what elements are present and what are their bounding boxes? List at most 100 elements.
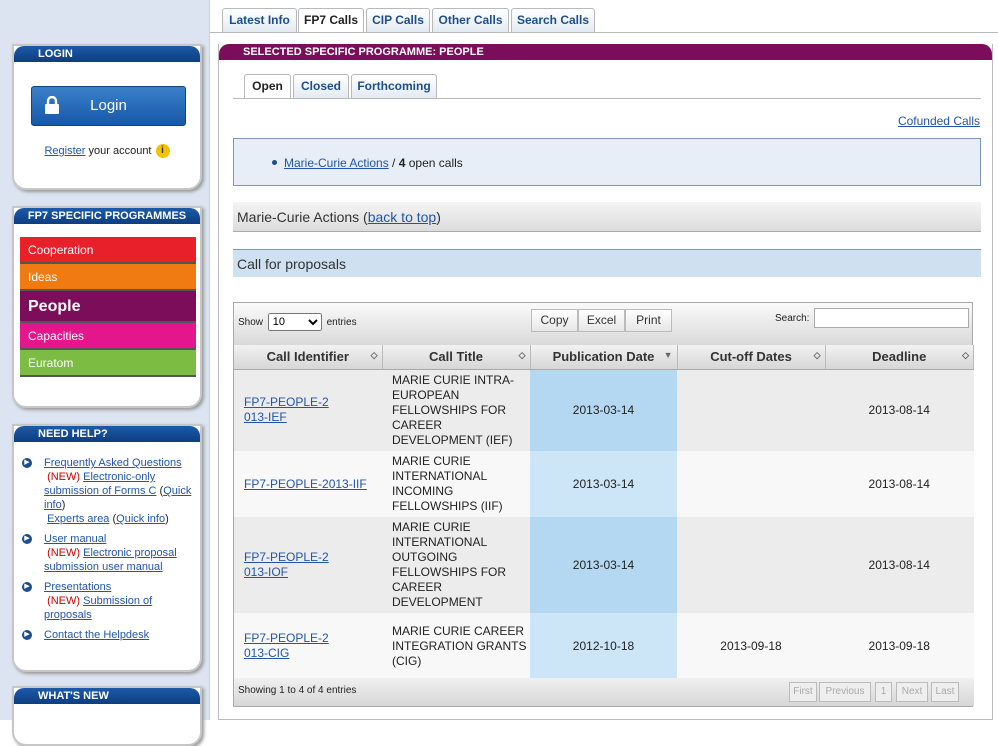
lock-icon bbox=[45, 96, 59, 114]
call-id-link[interactable]: FP7-PEOPLE-2013-CIG bbox=[244, 631, 334, 661]
experts-quick-info-link[interactable]: Quick info bbox=[116, 513, 165, 525]
first-page-button[interactable]: First bbox=[789, 682, 817, 702]
table-row: FP7-PEOPLE-2013-IEF MARIE CURIE INTRA-EU… bbox=[234, 369, 974, 451]
programme-capacities[interactable]: Capacities bbox=[20, 323, 196, 350]
column-cutoff-dates[interactable]: Cut-off Dates ◇ bbox=[677, 345, 826, 370]
call-title: MARIE CURIE CAREER INTEGRATION GRANTS (C… bbox=[382, 613, 530, 679]
sort-icon: ◇ bbox=[813, 350, 821, 360]
subtab-forthcoming[interactable]: Forthcoming bbox=[351, 74, 437, 98]
login-box-title: LOGIN bbox=[14, 46, 200, 62]
page-1-button[interactable]: 1 bbox=[875, 682, 892, 702]
help-box: NEED HELP? ▶ Frequently Asked Questions … bbox=[12, 424, 202, 672]
call-id-link[interactable]: FP7-PEOPLE-2013-IEF bbox=[244, 395, 334, 425]
call-title: MARIE CURIE INTERNATIONAL INCOMING FELLO… bbox=[382, 451, 530, 517]
subtab-open[interactable]: Open bbox=[244, 74, 291, 99]
login-button[interactable]: Login bbox=[31, 86, 186, 126]
tab-other-calls[interactable]: Other Calls bbox=[432, 8, 509, 32]
summary-separator: / bbox=[388, 156, 399, 170]
subtab-closed[interactable]: Closed bbox=[293, 74, 349, 98]
register-suffix: your account bbox=[85, 144, 152, 157]
excel-button[interactable]: Excel bbox=[578, 309, 625, 332]
table-toolbar: Show 10 entries Copy Excel Print Search: bbox=[234, 303, 972, 345]
back-to-top-link[interactable]: back to top bbox=[368, 209, 437, 225]
arrow-bullet-icon: ▶ bbox=[22, 630, 32, 640]
experts-link[interactable]: Experts area bbox=[47, 513, 109, 525]
calls-table: Call Identifier ◇ Call Title ◇ Publication… bbox=[234, 345, 974, 679]
login-button-label: Login bbox=[90, 97, 127, 114]
tab-divider bbox=[210, 32, 998, 33]
main-panel: SELECTED SPECIFIC PROGRAMME: PEOPLE Open… bbox=[218, 44, 993, 720]
publication-date: 2013-03-14 bbox=[530, 451, 677, 517]
cutoff-date: 2013-09-18 bbox=[677, 613, 825, 679]
contact-link[interactable]: Contact the Helpdesk bbox=[44, 629, 149, 641]
help-faq: ▶ Frequently Asked Questions (NEW) Elect… bbox=[22, 456, 196, 526]
programmes-box: FP7 SPECIFIC PROGRAMMES Cooperation Idea… bbox=[12, 206, 202, 408]
tab-fp7-calls[interactable]: FP7 Calls bbox=[298, 8, 364, 33]
call-id-link[interactable]: FP7-PEOPLE-2013-IOF bbox=[244, 550, 334, 580]
publication-date: 2013-03-14 bbox=[530, 369, 677, 451]
table-row: FP7-PEOPLE-2013-IIF MARIE CURIE INTERNAT… bbox=[234, 451, 974, 517]
new-badge: (NEW) bbox=[47, 471, 81, 483]
cutoff-date bbox=[677, 369, 825, 451]
sort-desc-icon: ▼ bbox=[663, 350, 673, 360]
help-presentations: ▶ Presentations (NEW) Submission of prop… bbox=[22, 580, 196, 622]
table-row: FP7-PEOPLE-2013-IOF MARIE CURIE INTERNAT… bbox=[234, 517, 974, 613]
login-box: LOGIN Login Register your account i bbox=[12, 44, 202, 190]
summary-link[interactable]: Marie-Curie Actions bbox=[284, 156, 389, 170]
calls-table-container: Show 10 entries Copy Excel Print Search:… bbox=[233, 302, 974, 707]
column-publication-date[interactable]: Publication Date ▼ bbox=[530, 345, 678, 370]
cutoff-date bbox=[677, 517, 825, 613]
call-id-link[interactable]: FP7-PEOPLE-2013-IIF bbox=[244, 477, 367, 491]
call-for-proposals-heading: Call for proposals bbox=[233, 249, 981, 277]
info-icon[interactable]: i bbox=[155, 144, 170, 158]
user-manual-link[interactable]: User manual bbox=[44, 533, 106, 545]
previous-page-button[interactable]: Previous bbox=[819, 682, 871, 702]
arrow-bullet-icon: ▶ bbox=[22, 534, 32, 544]
bullet-icon bbox=[272, 160, 277, 165]
table-info: Showing 1 to 4 of 4 entries bbox=[238, 685, 357, 696]
arrow-bullet-icon: ▶ bbox=[22, 582, 32, 592]
programme-euratom[interactable]: Euratom bbox=[20, 350, 196, 377]
help-manual: ▶ User manual (NEW) Electronic proposal … bbox=[22, 532, 196, 574]
presentations-link[interactable]: Presentations bbox=[44, 581, 111, 593]
deadline: 2013-08-14 bbox=[825, 451, 974, 517]
programme-title: SELECTED SPECIFIC PROGRAMME: PEOPLE bbox=[219, 44, 992, 60]
register-link[interactable]: Register bbox=[44, 145, 85, 157]
table-footer: Showing 1 to 4 of 4 entries First Previo… bbox=[234, 678, 974, 706]
programme-ideas[interactable]: Ideas bbox=[20, 264, 196, 291]
register-line: Register your account i bbox=[14, 144, 200, 158]
tab-latest-info[interactable]: Latest Info bbox=[222, 8, 297, 32]
last-page-button[interactable]: Last bbox=[931, 682, 959, 702]
programme-cooperation[interactable]: Cooperation bbox=[20, 237, 196, 264]
summary-suffix: open calls bbox=[405, 156, 463, 170]
deadline: 2013-08-14 bbox=[825, 517, 974, 613]
page-length-control: Show 10 entries bbox=[238, 313, 357, 331]
subtab-divider bbox=[233, 98, 981, 99]
column-deadline[interactable]: Deadline ◇ bbox=[825, 345, 974, 370]
print-button[interactable]: Print bbox=[625, 309, 672, 332]
tab-search-calls[interactable]: Search Calls bbox=[511, 8, 595, 32]
search-input[interactable] bbox=[814, 308, 969, 328]
faq-link[interactable]: Frequently Asked Questions bbox=[44, 457, 182, 469]
sort-icon: ◇ bbox=[962, 350, 969, 360]
new-badge: (NEW) bbox=[47, 595, 81, 607]
new-badge: (NEW) bbox=[47, 547, 81, 559]
whats-new-title: WHAT'S NEW bbox=[14, 688, 200, 704]
entries-label: entries bbox=[326, 317, 357, 328]
search-label: Search: bbox=[775, 313, 810, 324]
cutoff-date bbox=[677, 451, 825, 517]
deadline: 2013-08-14 bbox=[825, 369, 974, 451]
tab-cip-calls[interactable]: CIP Calls bbox=[366, 8, 430, 32]
programme-people[interactable]: People bbox=[20, 291, 196, 323]
copy-button[interactable]: Copy bbox=[531, 309, 578, 332]
help-contact: ▶ Contact the Helpdesk bbox=[22, 628, 196, 642]
cofunded-calls-link[interactable]: Cofunded Calls bbox=[898, 114, 980, 128]
publication-date: 2012-10-18 bbox=[530, 613, 677, 679]
column-call-title[interactable]: Call Title ◇ bbox=[382, 345, 531, 370]
column-call-identifier[interactable]: Call Identifier ◇ bbox=[234, 345, 383, 370]
programmes-box-title: FP7 SPECIFIC PROGRAMMES bbox=[14, 208, 200, 224]
page-length-select[interactable]: 10 bbox=[267, 313, 322, 331]
section-heading: Marie-Curie Actions (back to top) bbox=[233, 202, 981, 232]
next-page-button[interactable]: Next bbox=[896, 682, 928, 702]
help-box-title: NEED HELP? bbox=[14, 426, 200, 442]
